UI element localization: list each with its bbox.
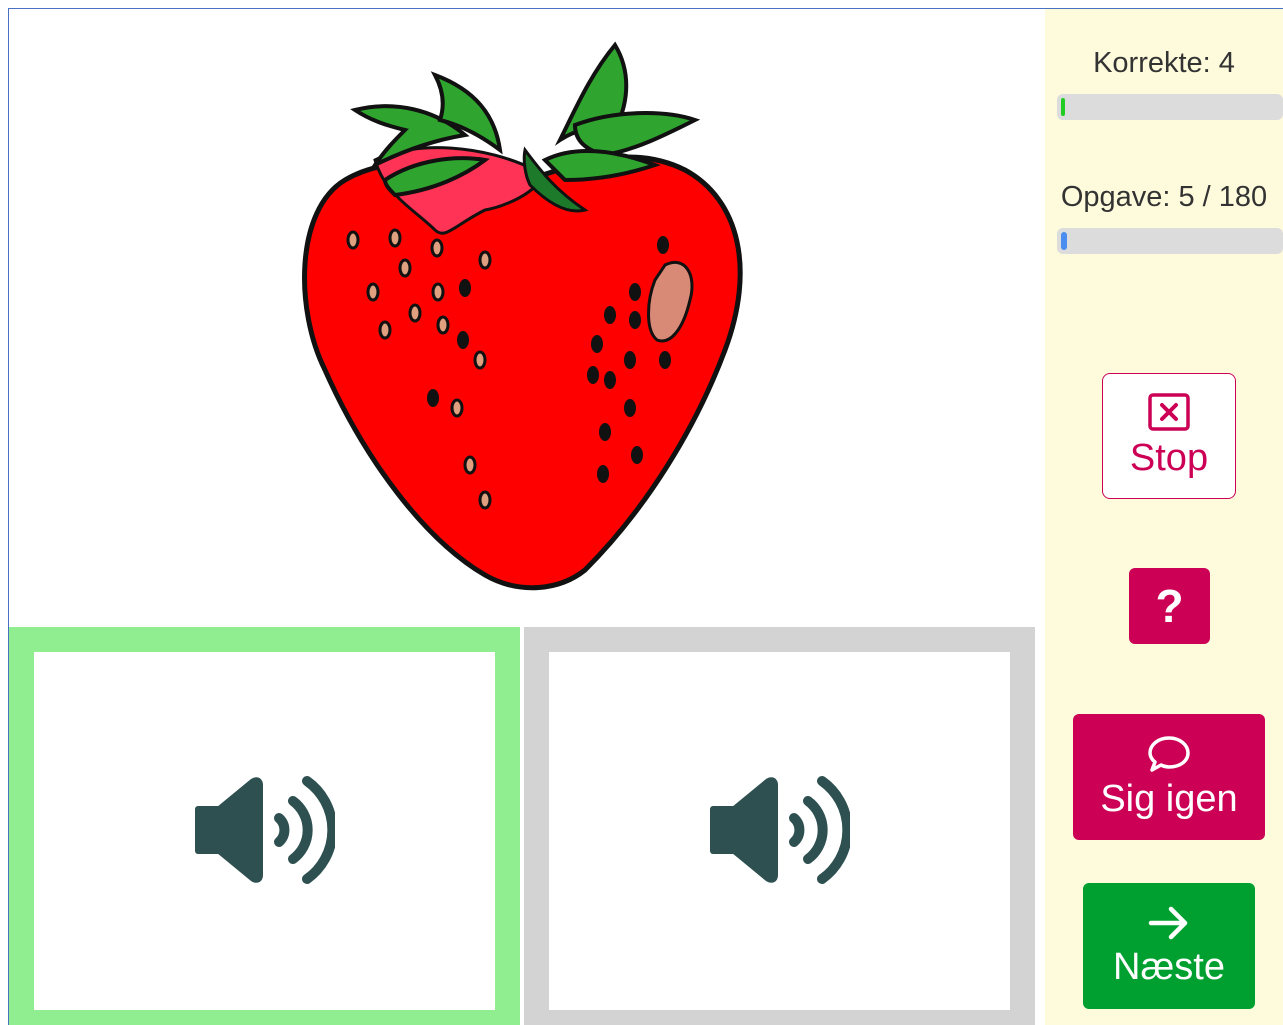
next-button-label: Næste: [1113, 945, 1225, 988]
speaker-icon: [709, 776, 850, 884]
answer-choice-2[interactable]: [524, 627, 1035, 1025]
question-icon: ?: [1155, 580, 1184, 632]
say-again-label: Sig igen: [1100, 777, 1238, 820]
task-count-label: Opgave: 5 / 180: [1060, 181, 1268, 213]
sidebar: Korrekte: 4 Opgave: 5 / 180 Stop ? Sig i…: [1045, 9, 1283, 1025]
arrow-right-icon: [1148, 906, 1188, 939]
correct-progress-fill: [1061, 98, 1065, 116]
speaker-icon: [194, 776, 335, 884]
speech-bubble-icon: [1148, 735, 1190, 772]
correct-count-label: Korrekte: 4: [1093, 47, 1235, 79]
say-again-button[interactable]: Sig igen: [1073, 714, 1265, 840]
correct-progress-bar: [1057, 94, 1283, 120]
task-progress-bar: [1057, 228, 1283, 254]
next-button[interactable]: Næste: [1083, 883, 1255, 1009]
stop-button-label: Stop: [1129, 436, 1209, 479]
answer-choice-1-card[interactable]: [34, 652, 495, 1010]
answer-choice-2-card[interactable]: [549, 652, 1010, 1010]
strawberry-image: [302, 41, 743, 591]
answer-choice-1[interactable]: [9, 627, 520, 1025]
close-box-icon: [1148, 392, 1190, 431]
task-progress-fill: [1061, 232, 1067, 250]
stop-button[interactable]: Stop: [1102, 373, 1236, 499]
help-button[interactable]: ?: [1129, 568, 1210, 644]
